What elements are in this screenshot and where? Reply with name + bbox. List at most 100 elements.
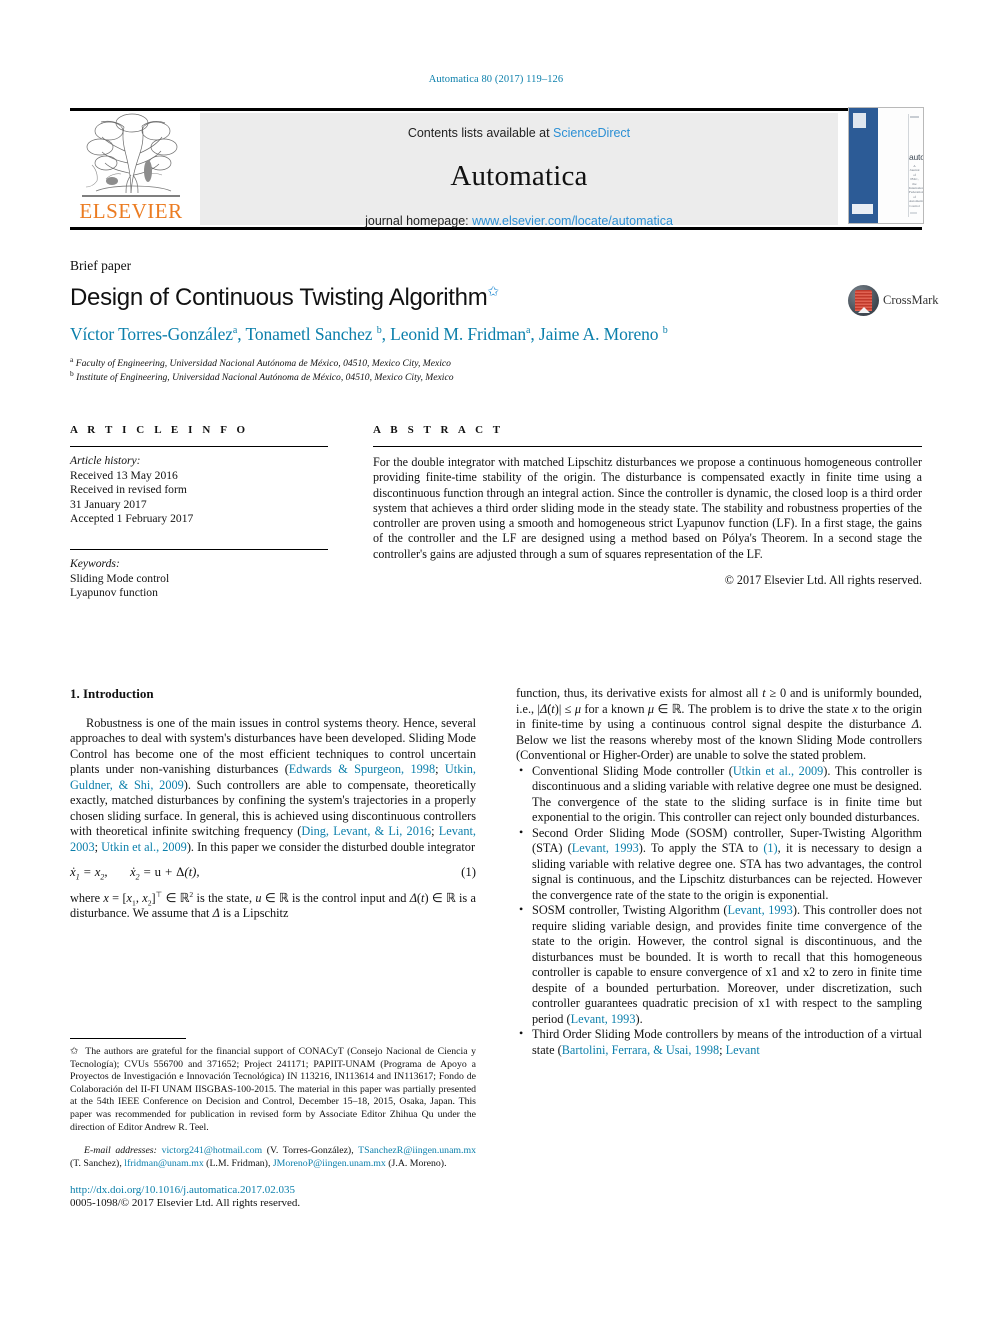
homepage-line: journal homepage: www.elsevier.com/locat… [200, 214, 838, 228]
paper-title-text: Design of Continuous Twisting Algorithm [70, 284, 488, 311]
issn-copyright-line: 0005-1098/© 2017 Elsevier Ltd. All right… [70, 1197, 301, 1210]
citation-separator-2: ; [431, 824, 439, 838]
abstract-column: A B S T R A C T For the double integrato… [373, 424, 922, 588]
footnote-marker: ✩ [70, 1046, 79, 1057]
email-link-3[interactable]: lfridman@unam.mx [124, 1158, 204, 1169]
title-footnote-marker[interactable]: ✩ [487, 283, 499, 299]
article-info-rule [70, 446, 328, 447]
history-line-3: 31 January 2017 [70, 497, 147, 511]
affiliation-b: b Institute of Engineering, Universidad … [70, 368, 840, 385]
footnote-rule [70, 1038, 186, 1039]
list-item: Conventional Sliding Mode controller (Ut… [516, 763, 922, 826]
intro-paragraph: Robustness is one of the main issues in … [70, 716, 476, 856]
article-info-column: A R T I C L E I N F O Article history: R… [70, 424, 328, 601]
cover-journal-subtitle: A Journal of IFAC, the International Fed… [909, 164, 924, 208]
homepage-prefix: journal homepage: [365, 214, 473, 228]
funding-footnote: ✩ The authors are grateful for the finan… [70, 1046, 476, 1134]
running-head: Automatica 80 (2017) 119–126 [428, 74, 564, 85]
bullet-3-tail: ). [635, 1011, 643, 1026]
citation-bartolini-ferrara-usai[interactable]: Bartolini, Ferrara, & Usai, 1998 [562, 1043, 719, 1057]
abstract-rule [373, 446, 922, 447]
page-title: Design of Continuous Twisting Algorithm✩ [70, 283, 840, 312]
equation-1-body: ẋ1 = x2, ẋ2 = u + Δ(t), [70, 865, 200, 882]
elsevier-tree-icon [76, 113, 186, 199]
keywords-rule [70, 548, 328, 550]
citation-utkin-2009[interactable]: Utkin et al., 2009 [733, 764, 823, 778]
journal-homepage-link[interactable]: www.elsevier.com/locate/automatica [472, 214, 673, 228]
list-item: Third Order Sliding Mode controllers by … [516, 1026, 922, 1058]
elsevier-logo: ELSEVIER [72, 113, 190, 225]
email-person-1: (V. Torres-González), [262, 1145, 354, 1157]
list-item: Second Order Sliding Mode (SOSM) control… [516, 825, 922, 904]
keywords-label: Keywords: [70, 556, 120, 570]
funding-footnote-text: The authors are grateful for the financi… [70, 1046, 476, 1133]
crossmark-arrow-icon [858, 307, 870, 313]
body-right-column: function, thus, its derivative exists fo… [516, 686, 922, 1058]
keyword-2: Lyapunov function [70, 586, 158, 600]
citation-levant-trunc[interactable]: Levant [726, 1043, 760, 1057]
contents-line: Contents lists available at ScienceDirec… [200, 126, 838, 140]
abstract-heading: A B S T R A C T [373, 424, 504, 436]
citation-levant-1993-a[interactable]: Levant, 1993 [572, 841, 639, 855]
crossmark-label: CrossMark [883, 293, 939, 307]
title-block: Brief paper Design of Continuous Twistin… [70, 258, 840, 384]
email-person-4: (J.A. Moreno). [385, 1157, 447, 1169]
cover-bottom-line [910, 212, 917, 214]
citation-separator-1: ; [435, 762, 445, 776]
history-line-2: Received in revised form [70, 483, 187, 497]
email-addresses-label: E-mail addresses: [84, 1145, 157, 1157]
keyword-1: Sliding Mode control [70, 571, 170, 585]
bullet-3-post: ). This controller does not require slid… [532, 903, 922, 1026]
article-history-label: Article history: [70, 454, 141, 467]
citation-utkin-et-al[interactable]: Utkin et al., 2009 [101, 840, 187, 854]
intro-text-c: ). In this paper we consider the disturb… [186, 839, 476, 854]
history-line-4: Accepted 1 February 2017 [70, 512, 194, 526]
abstract-copyright: © 2017 Elsevier Ltd. All rights reserved… [724, 573, 922, 588]
right-paragraph-1: function, thus, its derivative exists fo… [516, 686, 922, 762]
affiliation-b-text: Institute of Engineering, Universidad Na… [76, 371, 454, 383]
article-type-label: Brief paper [70, 258, 132, 273]
sciencedirect-link[interactable]: ScienceDirect [553, 126, 630, 140]
equation-1: ẋ1 = x2, ẋ2 = u + Δ(t), (1) [70, 865, 476, 881]
intro-paragraph-after-eq: where x = [x1, x2]⊤ ∈ ℝ2 is the state, u… [70, 889, 476, 920]
list-item: SOSM controller, Twisting Algorithm (Lev… [516, 902, 922, 1027]
paper-page: Automatica 80 (2017) 119–126 ELSEVIER Co… [0, 0, 992, 1323]
email-person-2: (T. Sanchez), [70, 1157, 122, 1169]
cover-journal-title: automatica [909, 152, 923, 162]
section-heading-introduction: 1. Introduction [70, 686, 154, 701]
info-abstract-band: A R T I C L E I N F O Article history: R… [70, 424, 922, 638]
sciencedirect-banner: Contents lists available at ScienceDirec… [200, 113, 838, 228]
email-addresses: E-mail addresses: victorg241@hotmail.com… [70, 1145, 476, 1170]
email-link-2[interactable]: TSanchezR@iingen.unam.mx [358, 1145, 476, 1156]
footnote-block: ✩ The authors are grateful for the finan… [70, 1038, 476, 1209]
journal-title: Automatica [450, 160, 588, 192]
affiliation-a: a Faculty of Engineering, Universidad Na… [70, 354, 840, 371]
elsevier-badge-icon [853, 113, 866, 128]
cover-left-panel [849, 108, 878, 223]
citation-levant-1993-b[interactable]: Levant, 1993 [727, 903, 792, 917]
doi-link[interactable]: http://dx.doi.org/10.1016/j.automatica.2… [70, 1184, 476, 1196]
citation-ding-levant-li[interactable]: Ding, Levant, & Li, 2016 [301, 824, 431, 838]
bullet-3-pre: SOSM controller, Twisting Algorithm ( [532, 903, 728, 917]
email-link-1[interactable]: victorg241@hotmail.com [162, 1145, 263, 1156]
body-left-column: 1. Introduction Robustness is one of the… [70, 686, 476, 922]
affiliation-a-marker: a [70, 354, 74, 364]
keywords-block: Keywords: Sliding Mode control Lyapunov … [70, 557, 328, 601]
sliding-mode-limitations-list: Conventional Sliding Mode controller (Ut… [516, 763, 922, 1059]
equation-ref-1[interactable]: (1) [763, 841, 777, 855]
affiliation-b-marker: b [70, 368, 74, 378]
journal-cover-thumbnail: automatica A Journal of IFAC, the Intern… [848, 107, 924, 224]
author-list[interactable]: Víctor Torres-Gonzáleza, Tonametl Sanche… [70, 324, 840, 345]
email-link-4[interactable]: JMorenoP@iingen.unam.mx [273, 1158, 386, 1169]
affiliation-a-text: Faculty of Engineering, Universidad Naci… [75, 358, 451, 369]
ifac-badge-icon [852, 204, 873, 214]
article-info-heading: A R T I C L E I N F O [70, 424, 249, 436]
citation-edwards-spurgeon[interactable]: Edwards & Spurgeon, 1998 [289, 762, 435, 776]
citation-levant-1993-c[interactable]: Levant, 1993 [571, 1012, 636, 1026]
contents-prefix: Contents lists available at [407, 126, 554, 140]
affiliations: a Faculty of Engineering, Universidad Na… [70, 354, 840, 385]
crossmark-badge[interactable]: CrossMark [848, 285, 939, 317]
elsevier-wordmark: ELSEVIER [79, 199, 183, 223]
equation-1-number: (1) [461, 865, 476, 879]
cover-top-line [910, 116, 919, 118]
